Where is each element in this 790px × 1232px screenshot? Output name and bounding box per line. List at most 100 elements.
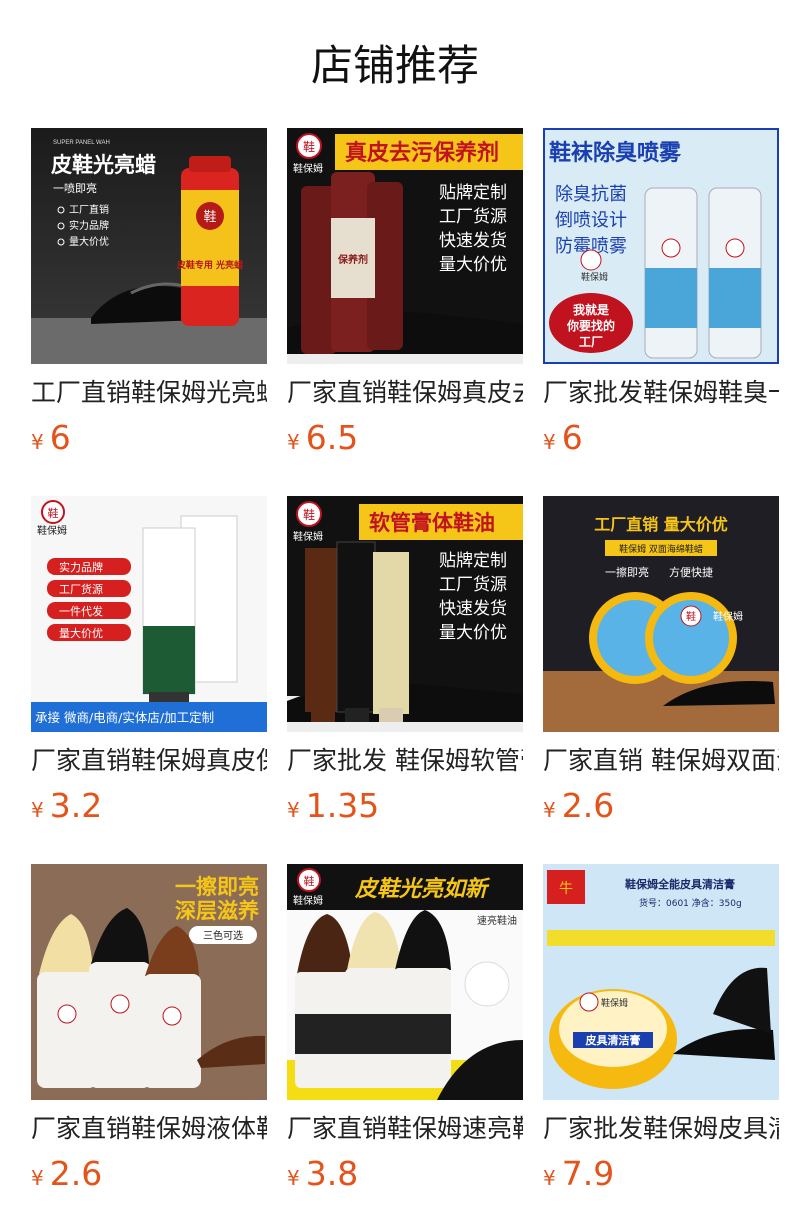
svg-text:方便快捷: 方便快捷 bbox=[669, 565, 713, 579]
svg-text:贴牌定制: 贴牌定制 bbox=[439, 551, 507, 571]
product-image[interactable]: 软管膏体鞋油 鞋 鞋保姆 贴牌定制 工厂货源 快速发货 量大价优 bbox=[287, 496, 523, 732]
currency-symbol: ¥ bbox=[543, 430, 556, 454]
product-name[interactable]: 厂家批发鞋保姆皮具清洁膏 bbox=[543, 1112, 779, 1146]
svg-text:鞋: 鞋 bbox=[303, 507, 315, 522]
svg-text:你要找的: 你要找的 bbox=[566, 318, 615, 333]
price-value: 6 bbox=[561, 418, 583, 457]
svg-text:除臭抗菌: 除臭抗菌 bbox=[555, 184, 627, 205]
svg-text:货号：0601 净含：350g: 货号：0601 净含：350g bbox=[639, 897, 742, 909]
svg-text:皮鞋光亮如新: 皮鞋光亮如新 bbox=[354, 876, 491, 902]
svg-text:鞋保姆: 鞋保姆 bbox=[581, 271, 608, 283]
product-price: ¥2.6 bbox=[543, 784, 779, 834]
currency-symbol: ¥ bbox=[31, 430, 44, 454]
svg-text:鞋保姆: 鞋保姆 bbox=[293, 162, 323, 175]
svg-text:倒喷设计: 倒喷设计 bbox=[555, 210, 627, 231]
svg-text:量大价优: 量大价优 bbox=[439, 255, 507, 275]
price-value: 6.5 bbox=[305, 418, 359, 457]
liquid-polish-image: 一擦即亮 深层滋养 三色可选 bbox=[31, 864, 267, 1100]
svg-text:实力品牌: 实力品牌 bbox=[59, 560, 103, 574]
product-card[interactable]: 软管膏体鞋油 鞋 鞋保姆 贴牌定制 工厂货源 快速发货 量大价优 厂家批发 鞋保… bbox=[287, 496, 523, 834]
svg-text:我就是: 我就是 bbox=[573, 302, 610, 317]
svg-text:量大价优: 量大价优 bbox=[439, 623, 507, 643]
product-card[interactable]: SUPER PANEL WAH 皮鞋光亮蜡 一喷即亮 工厂直销 实力品牌 量大价… bbox=[31, 128, 267, 466]
currency-symbol: ¥ bbox=[287, 798, 300, 822]
svg-text:鞋: 鞋 bbox=[48, 506, 59, 520]
svg-text:量大价优: 量大价优 bbox=[69, 235, 109, 248]
price-value: 3.8 bbox=[305, 1154, 359, 1193]
svg-text:软管膏体鞋油: 软管膏体鞋油 bbox=[369, 511, 495, 535]
currency-symbol: ¥ bbox=[287, 430, 300, 454]
svg-text:鞋保姆: 鞋保姆 bbox=[601, 997, 628, 1009]
svg-text:鞋保姆: 鞋保姆 bbox=[713, 610, 743, 623]
deodorant-spray-image: 鞋袜除臭喷雾 除臭抗菌 倒喷设计 防霉喷雾 鞋保姆 我就是 你要找的 工厂 bbox=[543, 128, 779, 364]
price-value: 6 bbox=[49, 418, 71, 457]
product-image[interactable]: 一擦即亮 深层滋养 三色可选 bbox=[31, 864, 267, 1100]
shine-wax-spray-image: SUPER PANEL WAH 皮鞋光亮蜡 一喷即亮 工厂直销 实力品牌 量大价… bbox=[31, 128, 267, 364]
product-price: ¥3.2 bbox=[31, 784, 267, 834]
product-name[interactable]: 厂家直销鞋保姆真皮保养 bbox=[31, 744, 267, 778]
product-name[interactable]: 厂家批发鞋保姆鞋臭一喷净 bbox=[543, 376, 779, 410]
product-image[interactable]: 牛 鞋保姆全能皮具清洁膏 货号：0601 净含：350g 鞋保姆 皮具清洁膏 bbox=[543, 864, 779, 1100]
sponge-wax-image: 工厂直销 量大价优 鞋保姆 双面海绵鞋蜡 一擦即亮 方便快捷 鞋 鞋保姆 bbox=[543, 496, 779, 732]
currency-symbol: ¥ bbox=[31, 798, 44, 822]
product-card[interactable]: 牛 鞋保姆全能皮具清洁膏 货号：0601 净含：350g 鞋保姆 皮具清洁膏 厂… bbox=[543, 864, 779, 1202]
svg-text:皮具清洁膏: 皮具清洁膏 bbox=[585, 1033, 641, 1047]
product-name[interactable]: 厂家直销鞋保姆液体鞋油 bbox=[31, 1112, 267, 1146]
svg-text:鞋: 鞋 bbox=[686, 610, 696, 623]
price-value: 3.2 bbox=[49, 786, 103, 825]
product-image[interactable]: 鞋 鞋保姆 皮鞋光亮如新 速亮鞋油 bbox=[287, 864, 523, 1100]
currency-symbol: ¥ bbox=[287, 1166, 300, 1190]
leather-care-tube-image: 鞋 鞋保姆 实力品牌 工厂货源 一件代发 量大价优 承接 微商/电商/实体店/加… bbox=[31, 496, 267, 732]
svg-text:量大价优: 量大价优 bbox=[59, 626, 103, 640]
product-card[interactable]: 鞋 鞋保姆 皮鞋光亮如新 速亮鞋油 厂家直销鞋保姆速亮鞋油 ¥3.8 bbox=[287, 864, 523, 1202]
currency-symbol: ¥ bbox=[543, 1166, 556, 1190]
svg-text:速亮鞋油: 速亮鞋油 bbox=[477, 914, 517, 927]
svg-text:一擦即亮: 一擦即亮 bbox=[605, 565, 649, 579]
svg-text:一件代发: 一件代发 bbox=[59, 604, 103, 618]
product-image[interactable]: SUPER PANEL WAH 皮鞋光亮蜡 一喷即亮 工厂直销 实力品牌 量大价… bbox=[31, 128, 267, 364]
svg-text:鞋: 鞋 bbox=[203, 209, 216, 225]
svg-text:工厂货源: 工厂货源 bbox=[439, 207, 507, 227]
product-card[interactable]: 一擦即亮 深层滋养 三色可选 厂家直销鞋保姆液体鞋油 ¥2.6 bbox=[31, 864, 267, 1202]
svg-text:工厂直销: 工厂直销 bbox=[69, 203, 109, 216]
svg-text:真皮去污保养剂: 真皮去污保养剂 bbox=[345, 140, 499, 166]
svg-text:鞋: 鞋 bbox=[304, 874, 315, 888]
product-image[interactable]: 工厂直销 量大价优 鞋保姆 双面海绵鞋蜡 一擦即亮 方便快捷 鞋 鞋保姆 bbox=[543, 496, 779, 732]
product-price: ¥6 bbox=[31, 416, 267, 466]
svg-text:工厂货源: 工厂货源 bbox=[439, 575, 507, 595]
svg-text:快速发货: 快速发货 bbox=[439, 599, 507, 619]
product-card[interactable]: 工厂直销 量大价优 鞋保姆 双面海绵鞋蜡 一擦即亮 方便快捷 鞋 鞋保姆 厂家直… bbox=[543, 496, 779, 834]
currency-symbol: ¥ bbox=[543, 798, 556, 822]
svg-text:鞋保姆: 鞋保姆 bbox=[293, 894, 323, 907]
currency-symbol: ¥ bbox=[31, 1166, 44, 1190]
svg-text:三色可选: 三色可选 bbox=[203, 929, 243, 942]
product-price: ¥6 bbox=[543, 416, 779, 466]
product-name[interactable]: 厂家批发 鞋保姆软管膏体鞋油 bbox=[287, 744, 523, 778]
svg-text:牛: 牛 bbox=[559, 881, 573, 897]
svg-text:承接 微商/电商/实体店/加工定制: 承接 微商/电商/实体店/加工定制 bbox=[35, 710, 214, 725]
product-name[interactable]: 厂家直销 鞋保姆双面海绵鞋蜡 bbox=[543, 744, 779, 778]
svg-text:一擦即亮: 一擦即亮 bbox=[175, 875, 259, 899]
product-name[interactable]: 厂家直销鞋保姆真皮去污保养剂 bbox=[287, 376, 523, 410]
product-card[interactable]: 鞋 鞋保姆 实力品牌 工厂货源 一件代发 量大价优 承接 微商/电商/实体店/加… bbox=[31, 496, 267, 834]
product-card[interactable]: 真皮去污保养剂 鞋 鞋保姆 贴牌定制 工厂货源 快速发货 量大价优 保养剂 厂家… bbox=[287, 128, 523, 466]
product-name[interactable]: 工厂直销鞋保姆光亮蜡 bbox=[31, 376, 267, 410]
price-value: 1.35 bbox=[305, 786, 380, 825]
product-image[interactable]: 真皮去污保养剂 鞋 鞋保姆 贴牌定制 工厂货源 快速发货 量大价优 保养剂 bbox=[287, 128, 523, 364]
svg-text:鞋保姆: 鞋保姆 bbox=[293, 530, 323, 543]
product-image[interactable]: 鞋 鞋保姆 实力品牌 工厂货源 一件代发 量大价优 承接 微商/电商/实体店/加… bbox=[31, 496, 267, 732]
page-title: 店铺推荐 bbox=[310, 41, 479, 90]
product-card[interactable]: 鞋袜除臭喷雾 除臭抗菌 倒喷设计 防霉喷雾 鞋保姆 我就是 你要找的 工厂 厂家… bbox=[543, 128, 779, 466]
svg-text:皮鞋光亮蜡: 皮鞋光亮蜡 bbox=[51, 153, 156, 177]
product-price: ¥1.35 bbox=[287, 784, 523, 834]
svg-text:实力品牌: 实力品牌 bbox=[69, 219, 109, 232]
svg-text:工厂: 工厂 bbox=[579, 335, 603, 349]
svg-text:贴牌定制: 贴牌定制 bbox=[439, 183, 507, 203]
svg-text:鞋保姆全能皮具清洁膏: 鞋保姆全能皮具清洁膏 bbox=[625, 877, 735, 891]
svg-text:一喷即亮: 一喷即亮 bbox=[53, 181, 97, 195]
svg-text:工厂直销 量大价优: 工厂直销 量大价优 bbox=[594, 515, 728, 534]
product-name[interactable]: 厂家直销鞋保姆速亮鞋油 bbox=[287, 1112, 523, 1146]
leather-cleaning-paste-image: 牛 鞋保姆全能皮具清洁膏 货号：0601 净含：350g 鞋保姆 皮具清洁膏 bbox=[543, 864, 779, 1100]
product-image[interactable]: 鞋袜除臭喷雾 除臭抗菌 倒喷设计 防霉喷雾 鞋保姆 我就是 你要找的 工厂 bbox=[543, 128, 779, 364]
price-value: 7.9 bbox=[561, 1154, 615, 1193]
